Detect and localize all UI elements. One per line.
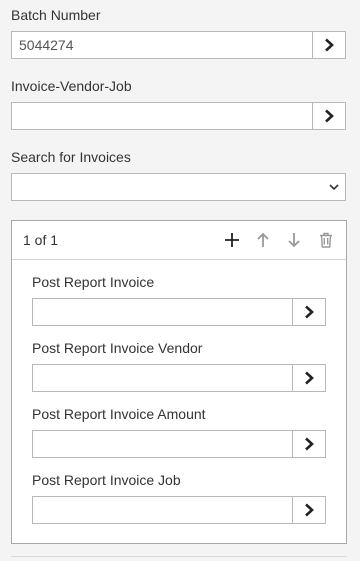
chevron-right-icon xyxy=(325,109,334,123)
post-report-invoice-vendor-input[interactable] xyxy=(33,365,292,391)
post-report-invoice-vendor-label: Post Report Invoice Vendor xyxy=(32,340,203,356)
invoice-vendor-job-label: Invoice-Vendor-Job xyxy=(11,78,132,94)
post-report-invoice-job-label: Post Report Invoice Job xyxy=(32,472,181,488)
post-report-invoice-label: Post Report Invoice xyxy=(32,274,155,290)
invoice-vendor-job-input[interactable] xyxy=(12,103,312,129)
chevron-right-icon xyxy=(325,38,334,52)
post-report-invoice-lookup-button[interactable] xyxy=(292,299,325,325)
search-invoices-label: Search for Invoices xyxy=(11,149,131,165)
trash-icon[interactable] xyxy=(317,231,335,249)
invoice-records-panel: 1 of 1 Post Report Invoice Post Report I… xyxy=(11,220,347,544)
post-report-invoice-amount-lookup-button[interactable] xyxy=(292,431,325,457)
record-counter: 1 of 1 xyxy=(23,232,59,248)
chevron-right-icon xyxy=(305,503,314,517)
invoice-vendor-job-lookup-button[interactable] xyxy=(312,103,345,129)
post-report-invoice-amount-label: Post Report Invoice Amount xyxy=(32,406,206,422)
invoice-vendor-job-field xyxy=(11,102,346,130)
batch-number-input[interactable] xyxy=(12,32,312,58)
chevron-down-icon xyxy=(329,184,339,191)
batch-number-lookup-button[interactable] xyxy=(312,32,345,58)
post-report-invoice-vendor-lookup-button[interactable] xyxy=(292,365,325,391)
post-report-invoice-job-lookup-button[interactable] xyxy=(292,497,325,523)
batch-number-label: Batch Number xyxy=(11,7,101,23)
post-report-invoice-amount-input[interactable] xyxy=(33,431,292,457)
post-report-invoice-vendor-field xyxy=(32,364,326,392)
plus-icon[interactable] xyxy=(223,231,241,249)
arrow-down-icon[interactable] xyxy=(285,231,303,249)
post-report-invoice-job-input[interactable] xyxy=(33,497,292,523)
post-report-invoice-job-field xyxy=(32,496,326,524)
post-report-invoice-input[interactable] xyxy=(33,299,292,325)
batch-number-field xyxy=(11,31,346,59)
chevron-right-icon xyxy=(305,371,314,385)
divider xyxy=(11,556,347,557)
post-report-invoice-field xyxy=(32,298,326,326)
search-invoices-select[interactable] xyxy=(11,173,346,201)
chevron-right-icon xyxy=(305,437,314,451)
arrow-up-icon[interactable] xyxy=(254,231,272,249)
chevron-right-icon xyxy=(305,305,314,319)
panel-toolbar: 1 of 1 xyxy=(12,221,346,260)
post-report-invoice-amount-field xyxy=(32,430,326,458)
